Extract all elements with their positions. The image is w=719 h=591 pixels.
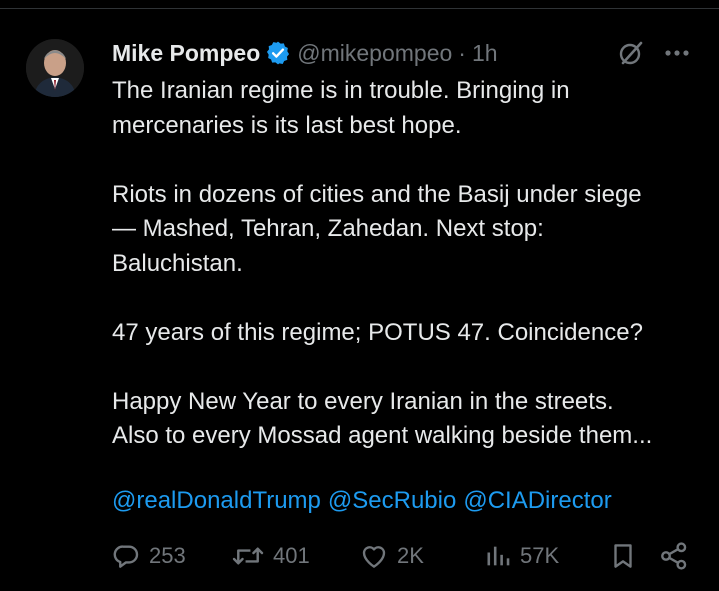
action-bar: 253 401 2K 57K — [0, 535, 719, 577]
tweet-line: The Iranian regime is in trouble. Bringi… — [112, 77, 570, 104]
share-icon — [658, 540, 690, 572]
mentions-line: @realDonaldTrump @SecRubio @CIADirector — [112, 485, 619, 517]
repost-button[interactable]: 401 — [231, 535, 310, 577]
repost-count: 401 — [273, 543, 310, 568]
tweet-line: Riots in dozens of cities and the Basij … — [112, 180, 642, 208]
mention-secrubio[interactable]: @SecRubio — [328, 487, 456, 514]
tweet-line: Also to every Mossad agent walking besid… — [112, 422, 653, 449]
grok-button[interactable] — [614, 38, 648, 72]
bookmark-icon — [608, 541, 638, 571]
tweet-header: Mike Pompeo @mikepompeo · 1h — [112, 38, 498, 68]
tweet-line: Baluchistan. — [112, 249, 243, 277]
heart-icon — [359, 541, 389, 571]
verified-badge-icon[interactable] — [265, 40, 291, 66]
like-button[interactable]: 2K — [359, 535, 424, 577]
grok-icon — [616, 38, 646, 73]
author-name[interactable]: Mike Pompeo — [112, 40, 260, 67]
avatar[interactable] — [26, 39, 84, 97]
bookmark-button[interactable] — [608, 535, 638, 577]
reply-icon — [111, 541, 141, 571]
mention-ciadirector[interactable]: @CIADirector — [463, 487, 611, 514]
timestamp[interactable]: 1h — [472, 40, 498, 67]
mention-realdonaldtrump[interactable]: @realDonaldTrump — [112, 487, 321, 514]
like-count: 2K — [397, 543, 424, 568]
tweet-line: Happy New Year to every Iranian in the s… — [112, 387, 614, 415]
more-icon — [664, 44, 690, 62]
divider-line — [0, 8, 719, 9]
tweet-line: 47 years of this regime; POTUS 47. Coinc… — [112, 318, 643, 346]
views-count: 57K — [520, 543, 560, 568]
views-button[interactable]: 57K — [484, 535, 559, 577]
reply-button[interactable]: 253 — [111, 535, 186, 577]
reply-count: 253 — [149, 543, 186, 568]
share-button[interactable] — [658, 535, 690, 577]
separator-dot: · — [458, 39, 466, 66]
repost-icon — [231, 541, 265, 571]
views-icon — [484, 541, 512, 571]
tweet-text: The Iranian regime is in trouble. Bringi… — [112, 74, 702, 454]
tweet-line: — Mashed, Tehran, Zahedan. Next stop: — [112, 215, 544, 242]
author-handle[interactable]: @mikepompeo — [297, 40, 452, 67]
more-button[interactable] — [660, 38, 694, 68]
tweet-line: mercenaries is its last best hope. — [112, 111, 462, 139]
